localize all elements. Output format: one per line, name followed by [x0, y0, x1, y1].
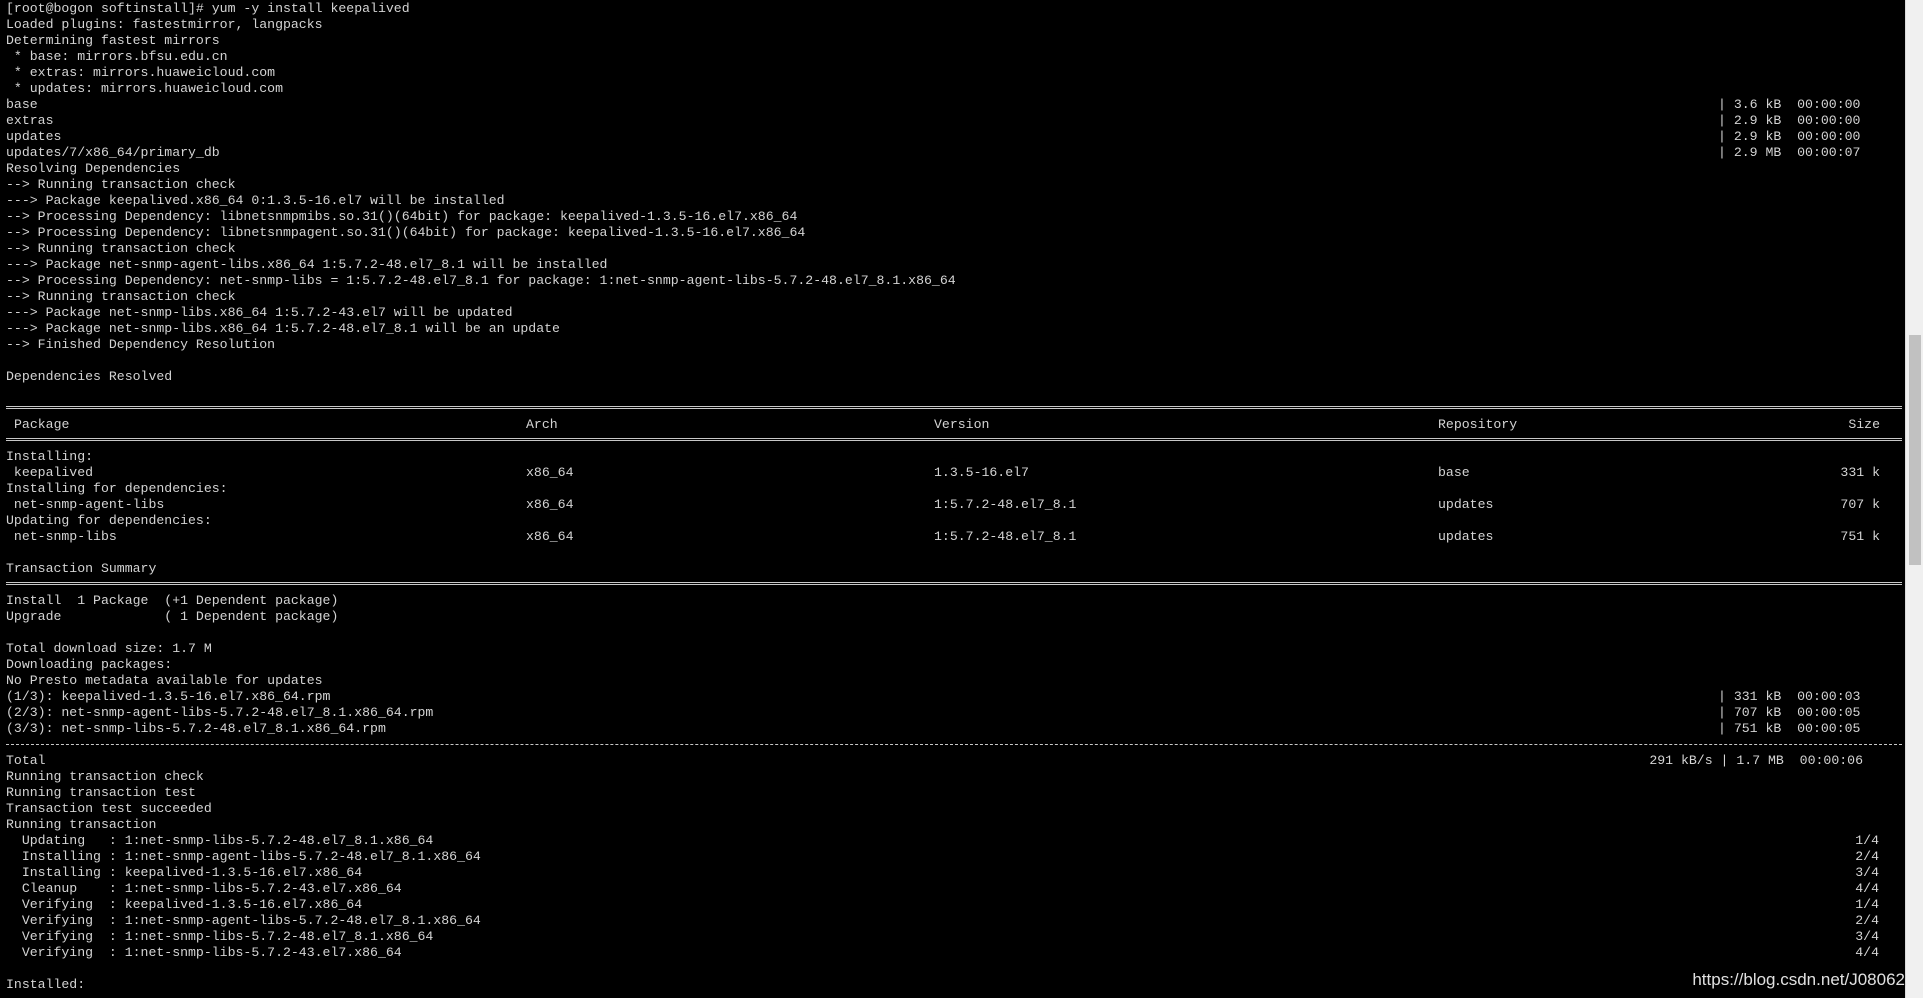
terminal-line: Dependencies Resolved — [6, 369, 173, 384]
summary-line: Upgrade ( 1 Dependent package) — [6, 609, 339, 624]
table-header-repository: Repository — [1438, 417, 1518, 432]
step-line: Verifying : keepalived-1.3.5-16.el7.x86_… — [6, 897, 363, 912]
summary-line: Install 1 Package (+1 Dependent package) — [6, 593, 339, 608]
download-stat: | 751 kB 00:00:05 — [1718, 721, 1861, 736]
step-count: 1/4 — [1855, 833, 1879, 848]
download-line: (1/3): keepalived-1.3.5-16.el7.x86_64.rp… — [6, 689, 331, 704]
transaction-line: Running transaction — [6, 817, 157, 832]
terminal-line: Loaded plugins: fastestmirror, langpacks — [6, 17, 323, 32]
table-separator — [6, 438, 1902, 441]
step-line: Verifying : 1:net-snmp-agent-libs-5.7.2-… — [6, 913, 481, 928]
step-line: Installing : keepalived-1.3.5-16.el7.x86… — [6, 865, 363, 880]
step-line: Updating : 1:net-snmp-libs-5.7.2-48.el7_… — [6, 833, 434, 848]
table-cell-package: net-snmp-agent-libs — [6, 497, 165, 512]
terminal-line: ---> Package net-snmp-agent-libs.x86_64 … — [6, 257, 608, 272]
step-count: 2/4 — [1855, 849, 1879, 864]
terminal-line: updates — [6, 129, 62, 144]
table-group-label: Updating for dependencies: — [6, 513, 212, 528]
table-cell-version: 1:5.7.2-48.el7_8.1 — [934, 529, 1077, 544]
terminal-line: --> Running transaction check — [6, 289, 236, 304]
installed-label: Installed: — [6, 977, 86, 992]
table-cell-package: keepalived — [6, 465, 94, 480]
terminal-line: Resolving Dependencies — [6, 161, 181, 176]
table-cell-size: 331 k — [1840, 465, 1880, 480]
terminal-line: * base: mirrors.bfsu.edu.cn — [6, 49, 228, 64]
table-cell-repository: updates — [1438, 497, 1494, 512]
summary-line: Total download size: 1.7 M — [6, 641, 212, 656]
download-stat: | 707 kB 00:00:05 — [1718, 705, 1861, 720]
download-stat: | 331 kB 00:00:03 — [1718, 689, 1861, 704]
total-label: Total — [6, 753, 46, 768]
terminal-line: updates/7/x86_64/primary_db — [6, 145, 220, 160]
terminal-line: ---> Package keepalived.x86_64 0:1.3.5-1… — [6, 193, 505, 208]
terminal-line: base — [6, 97, 38, 112]
repo-stat: | 2.9 kB 00:00:00 — [1718, 113, 1861, 128]
terminal-line: ---> Package net-snmp-libs.x86_64 1:5.7.… — [6, 305, 513, 320]
watermark-url: https://blog.csdn.net/J08062 — [1692, 970, 1905, 989]
table-cell-size: 707 k — [1840, 497, 1880, 512]
step-count: 2/4 — [1855, 913, 1879, 928]
step-line: Cleanup : 1:net-snmp-libs-5.7.2-43.el7.x… — [6, 881, 402, 896]
terminal-line: --> Running transaction check — [6, 177, 236, 192]
terminal-line: --> Processing Dependency: libnetsnmpmib… — [6, 209, 798, 224]
table-header-size: Size — [1848, 417, 1880, 432]
table-cell-arch: x86_64 — [526, 529, 574, 544]
total-separator — [6, 744, 1902, 745]
terminal-line: --> Processing Dependency: libnetsnmpage… — [6, 225, 806, 240]
table-cell-repository: base — [1438, 465, 1470, 480]
download-line: (3/3): net-snmp-libs-5.7.2-48.el7_8.1.x8… — [6, 721, 386, 736]
terminal-line: --> Running transaction check — [6, 241, 236, 256]
summary-line: No Presto metadata available for updates — [6, 673, 323, 688]
step-line: Installing : 1:net-snmp-agent-libs-5.7.2… — [6, 849, 481, 864]
terminal-line: Determining fastest mirrors — [6, 33, 220, 48]
terminal-line: ---> Package net-snmp-libs.x86_64 1:5.7.… — [6, 321, 560, 336]
terminal-line: --> Finished Dependency Resolution — [6, 337, 276, 352]
terminal-line: [root@bogon softinstall]# yum -y install… — [6, 1, 410, 16]
step-count: 4/4 — [1855, 881, 1879, 896]
table-cell-version: 1.3.5-16.el7 — [934, 465, 1029, 480]
table-group-label: Installing for dependencies: — [6, 481, 228, 496]
transaction-line: Transaction test succeeded — [6, 801, 212, 816]
transaction-line: Running transaction check — [6, 769, 204, 784]
scrollbar-thumb[interactable] — [1909, 335, 1921, 565]
download-line: (2/3): net-snmp-agent-libs-5.7.2-48.el7_… — [6, 705, 434, 720]
table-cell-arch: x86_64 — [526, 497, 574, 512]
step-count: 4/4 — [1855, 945, 1879, 960]
table-cell-size: 751 k — [1840, 529, 1880, 544]
terminal-line: extras — [6, 113, 54, 128]
terminal-window[interactable]: [root@bogon softinstall]# yum -y install… — [0, 0, 1905, 998]
terminal-line: * updates: mirrors.huaweicloud.com — [6, 81, 283, 96]
step-line: Verifying : 1:net-snmp-libs-5.7.2-48.el7… — [6, 929, 434, 944]
summary-line: Downloading packages: — [6, 657, 173, 672]
table-header-arch: Arch — [526, 417, 558, 432]
total-stats: 291 kB/s | 1.7 MB 00:00:06 — [1649, 753, 1863, 768]
repo-stat: | 3.6 kB 00:00:00 — [1718, 97, 1861, 112]
terminal-line: --> Processing Dependency: net-snmp-libs… — [6, 273, 956, 288]
table-header-version: Version — [934, 417, 990, 432]
table-separator — [6, 406, 1902, 409]
summary-title: Transaction Summary — [6, 561, 157, 576]
step-count: 3/4 — [1855, 865, 1879, 880]
step-count: 3/4 — [1855, 929, 1879, 944]
table-cell-repository: updates — [1438, 529, 1494, 544]
step-line: Verifying : 1:net-snmp-libs-5.7.2-43.el7… — [6, 945, 402, 960]
table-cell-arch: x86_64 — [526, 465, 574, 480]
table-header-package: Package — [14, 417, 70, 432]
table-group-label: Installing: — [6, 449, 94, 464]
repo-stat: | 2.9 kB 00:00:00 — [1718, 129, 1861, 144]
table-cell-package: net-snmp-libs — [6, 529, 117, 544]
table-cell-version: 1:5.7.2-48.el7_8.1 — [934, 497, 1077, 512]
terminal-line: * extras: mirrors.huaweicloud.com — [6, 65, 276, 80]
summary-separator — [6, 582, 1902, 585]
transaction-line: Running transaction test — [6, 785, 196, 800]
repo-stat: | 2.9 MB 00:00:07 — [1718, 145, 1861, 160]
vertical-scrollbar[interactable] — [1905, 0, 1923, 998]
step-count: 1/4 — [1855, 897, 1879, 912]
